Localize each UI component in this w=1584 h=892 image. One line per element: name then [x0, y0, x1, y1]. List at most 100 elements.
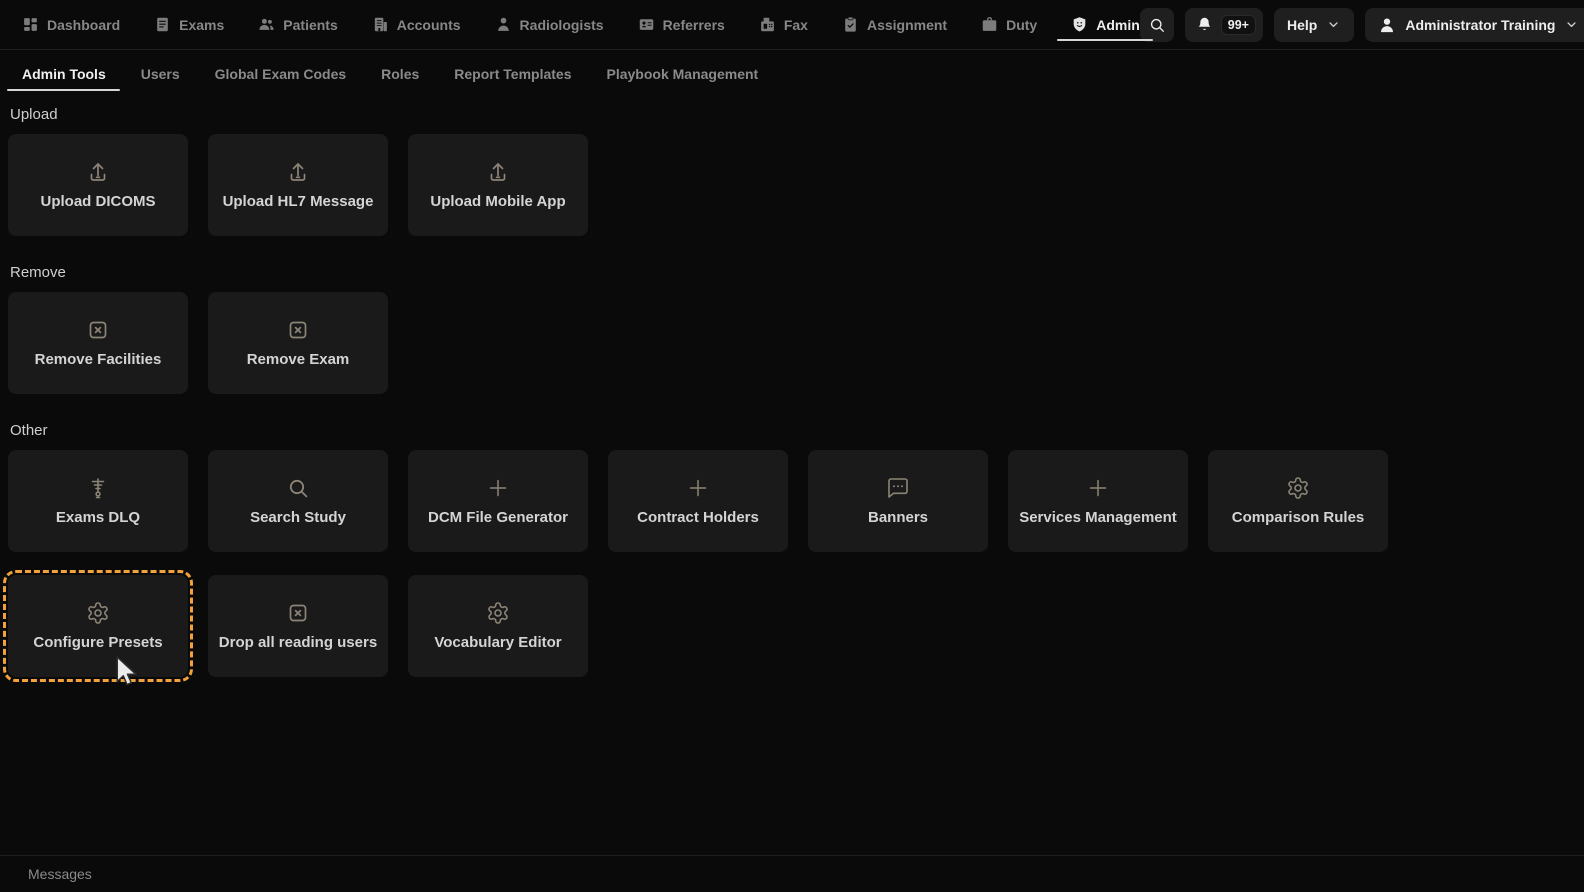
help-label: Help — [1286, 16, 1318, 33]
tab-label: Roles — [381, 66, 420, 82]
tab-label: Report Templates — [454, 66, 572, 82]
card-remove-facilities[interactable]: Remove Facilities — [8, 292, 188, 394]
notification-count-badge: 99+ — [1220, 14, 1256, 35]
exams-icon — [154, 16, 171, 33]
tab-label: Admin Tools — [22, 66, 106, 82]
card-label: Exams DLQ — [55, 509, 141, 526]
fax-icon — [759, 16, 776, 33]
card-exams-dlq[interactable]: Exams DLQ — [8, 450, 188, 552]
square-x-icon — [86, 318, 110, 342]
section-title: Remove — [10, 264, 66, 281]
admin-tools-content: Upload Upload DICOMS Upload HL7 Message … — [0, 94, 1584, 682]
card-upload-mobile-app[interactable]: Upload Mobile App — [408, 134, 588, 236]
messages-bar[interactable]: Messages — [0, 855, 1584, 892]
card-label: Upload DICOMS — [40, 193, 156, 210]
card-services-management[interactable]: Services Management — [1008, 450, 1188, 552]
square-x-icon — [286, 318, 310, 342]
section-other: Other Exams DLQ Search Study DCM File Ge… — [3, 422, 1576, 682]
card-configure-presets[interactable]: Configure Presets — [3, 570, 193, 682]
nav-item-exams[interactable]: Exams — [154, 16, 224, 33]
nav-item-label: Referrers — [662, 16, 725, 33]
nav-item-accounts[interactable]: Accounts — [372, 16, 461, 33]
accounts-icon — [372, 16, 389, 33]
gear-icon — [86, 601, 110, 625]
notifications-button[interactable]: 99+ — [1184, 7, 1263, 42]
user-icon — [1378, 16, 1396, 34]
card-search-study[interactable]: Search Study — [208, 450, 388, 552]
nav-item-duty[interactable]: Duty — [981, 16, 1037, 33]
section-upload: Upload Upload DICOMS Upload HL7 Message … — [8, 106, 1576, 236]
card-label: Configure Presets — [33, 634, 163, 651]
square-x-icon — [286, 601, 310, 625]
nav-item-label: Exams — [179, 16, 225, 33]
card-drop-all-reading-users[interactable]: Drop all reading users — [208, 575, 388, 677]
dashboard-icon — [22, 16, 39, 33]
tab-global-exam-codes[interactable]: Global Exam Codes — [215, 66, 346, 82]
card-upload-dicoms[interactable]: Upload DICOMS — [8, 134, 188, 236]
tab-label: Playbook Management — [606, 66, 759, 82]
card-grid: Exams DLQ Search Study DCM File Generato… — [3, 450, 1576, 682]
nav-item-label: Patients — [283, 16, 338, 33]
nav-item-admin[interactable]: Admin — [1057, 16, 1153, 41]
card-upload-hl7-message[interactable]: Upload HL7 Message — [208, 134, 388, 236]
search-icon — [1148, 16, 1166, 34]
card-label: Contract Holders — [637, 509, 759, 526]
nav-item-label: Duty — [1006, 16, 1038, 33]
search-button[interactable] — [1139, 7, 1174, 42]
bell-icon — [1196, 16, 1213, 33]
nav-item-label: Fax — [783, 16, 808, 33]
radiologists-icon — [495, 16, 512, 33]
tab-admin-tools[interactable]: Admin Tools — [7, 66, 120, 91]
card-label: DCM File Generator — [427, 509, 569, 526]
card-grid: Remove Facilities Remove Exam — [8, 292, 1576, 394]
card-label: Drop all reading users — [218, 634, 378, 651]
nav-item-assignment[interactable]: Assignment — [842, 16, 947, 33]
nav-item-label: Accounts — [396, 16, 461, 33]
tab-report-templates[interactable]: Report Templates — [454, 66, 571, 82]
plus-icon — [486, 476, 510, 500]
tab-label: Global Exam Codes — [214, 66, 347, 82]
chevron-down-icon — [1326, 17, 1341, 32]
card-label: Banners — [867, 509, 929, 526]
nav-item-label: Assignment — [866, 16, 948, 33]
card-grid: Upload DICOMS Upload HL7 Message Upload … — [8, 134, 1576, 236]
section-title: Upload — [10, 106, 58, 123]
nav-item-radiologists[interactable]: Radiologists — [495, 16, 604, 33]
card-comparison-rules[interactable]: Comparison Rules — [1208, 450, 1388, 552]
card-label: Upload Mobile App — [430, 193, 566, 210]
nav-item-label: Radiologists — [519, 16, 604, 33]
card-label: Vocabulary Editor — [434, 634, 562, 651]
nav-item-dashboard[interactable]: Dashboard — [22, 16, 120, 33]
gear-icon — [1286, 476, 1310, 500]
card-banners[interactable]: Banners — [808, 450, 988, 552]
primary-nav: Dashboard Exams Patients Accounts Radiol… — [22, 16, 1153, 41]
card-remove-exam[interactable]: Remove Exam — [208, 292, 388, 394]
assignment-icon — [842, 16, 859, 33]
referrers-icon — [638, 16, 655, 33]
nav-item-label: Dashboard — [47, 16, 121, 33]
nav-item-fax[interactable]: Fax — [759, 16, 808, 33]
card-label: Services Management — [1019, 509, 1177, 526]
tab-users[interactable]: Users — [141, 66, 180, 82]
card-vocabulary-editor[interactable]: Vocabulary Editor — [408, 575, 588, 677]
upload-icon — [486, 160, 510, 184]
tab-playbook-management[interactable]: Playbook Management — [606, 66, 758, 82]
admin-shield-icon — [1071, 16, 1088, 33]
messages-label: Messages — [28, 866, 92, 882]
duty-icon — [981, 16, 998, 33]
tab-roles[interactable]: Roles — [381, 66, 419, 82]
tab-label: Users — [140, 66, 180, 82]
help-menu-button[interactable]: Help — [1273, 7, 1355, 42]
nav-item-patients[interactable]: Patients — [258, 16, 338, 33]
nav-item-referrers[interactable]: Referrers — [638, 16, 725, 33]
card-label: Remove Exam — [246, 351, 350, 368]
top-nav-bar: Dashboard Exams Patients Accounts Radiol… — [0, 0, 1584, 50]
card-dcm-file-generator[interactable]: DCM File Generator — [408, 450, 588, 552]
card-contract-holders[interactable]: Contract Holders — [608, 450, 788, 552]
plus-icon — [1086, 476, 1110, 500]
header-actions: 99+ Help Administrator Training — [1139, 7, 1584, 42]
nav-item-label: Admin — [1096, 16, 1140, 33]
dlq-queue-icon — [86, 476, 110, 500]
user-menu-button[interactable]: Administrator Training — [1365, 7, 1584, 42]
section-remove: Remove Remove Facilities Remove Exam — [8, 264, 1576, 394]
